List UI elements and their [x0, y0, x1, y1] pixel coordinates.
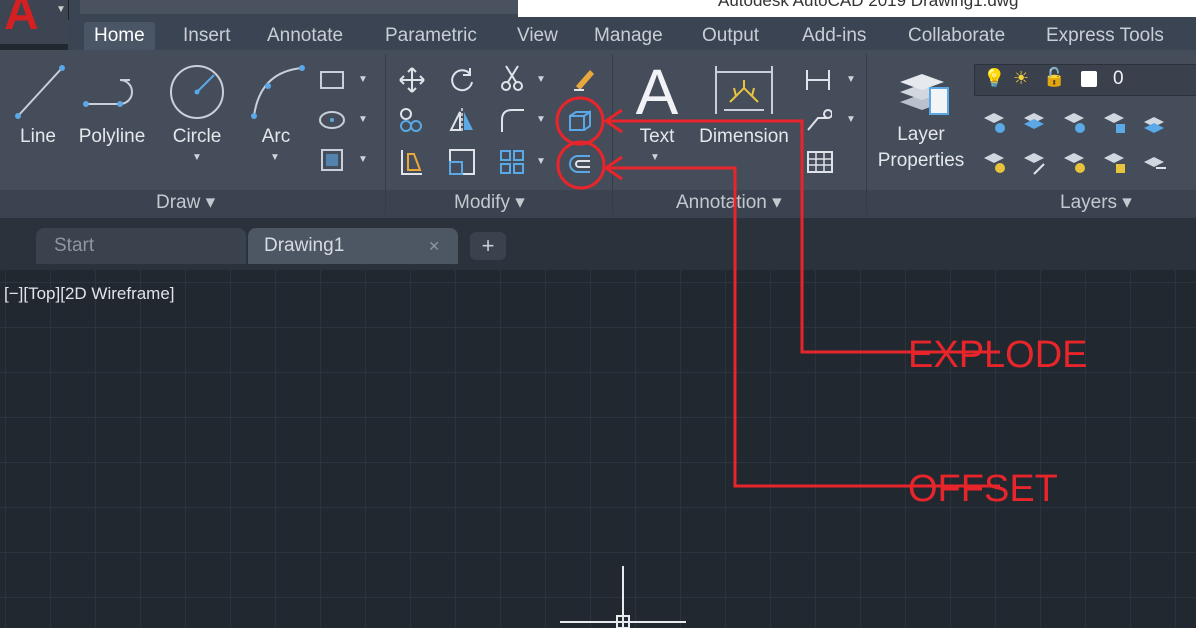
- offset-callout-label: OFFSET: [908, 468, 1058, 510]
- callout-annotation-overlay: [555, 96, 1000, 488]
- explode-callout-label: EXPLODE: [908, 334, 1088, 376]
